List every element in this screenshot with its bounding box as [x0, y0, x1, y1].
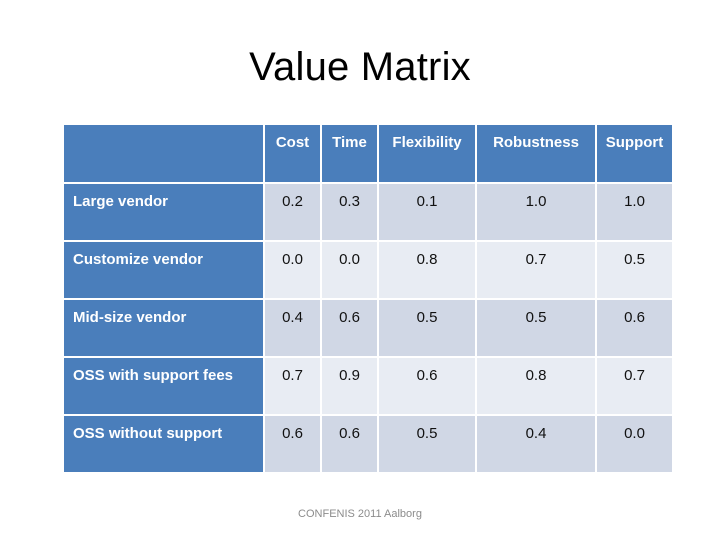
table-header: Cost Time Flexibility Robustness Support	[64, 125, 672, 182]
table-row: OSS without support 0.6 0.6 0.5 0.4 0.0	[64, 416, 672, 472]
cell-oss-without-support-cost: 0.6	[265, 416, 320, 472]
cell-large-vendor-time: 0.3	[322, 184, 377, 240]
page-title: Value Matrix	[249, 45, 471, 89]
row-label-mid-size-vendor: Mid-size vendor	[64, 300, 263, 356]
row-label-oss-with-support-fees: OSS with support fees	[64, 358, 263, 414]
cell-oss-without-support-flexibility: 0.5	[379, 416, 475, 472]
cell-oss-without-support-robustness: 0.4	[477, 416, 595, 472]
cell-oss-with-support-fees-support: 0.7	[597, 358, 672, 414]
cell-oss-with-support-fees-time: 0.9	[322, 358, 377, 414]
cell-oss-with-support-fees-robustness: 0.8	[477, 358, 595, 414]
table-row: Mid-size vendor 0.4 0.6 0.5 0.5 0.6	[64, 300, 672, 356]
cell-oss-without-support-time: 0.6	[322, 416, 377, 472]
table-body: Large vendor 0.2 0.3 0.1 1.0 1.0 Customi…	[64, 184, 672, 472]
column-header-time[interactable]: Time	[322, 125, 377, 182]
cell-customize-vendor-support: 0.5	[597, 242, 672, 298]
cell-mid-size-vendor-support: 0.6	[597, 300, 672, 356]
row-label-large-vendor: Large vendor	[64, 184, 263, 240]
slide-footer: CONFENIS 2011 Aalborg	[298, 508, 422, 520]
row-label-customize-vendor: Customize vendor	[64, 242, 263, 298]
table-row: OSS with support fees 0.7 0.9 0.6 0.8 0.…	[64, 358, 672, 414]
table-header-row: Cost Time Flexibility Robustness Support	[64, 125, 672, 182]
column-header-flexibility[interactable]: Flexibility	[379, 125, 475, 182]
cell-large-vendor-flexibility: 0.1	[379, 184, 475, 240]
table-corner-cell	[64, 125, 263, 182]
table-row: Customize vendor 0.0 0.0 0.8 0.7 0.5	[64, 242, 672, 298]
value-matrix-container: Cost Time Flexibility Robustness Support…	[64, 125, 672, 472]
value-matrix-table: Cost Time Flexibility Robustness Support…	[62, 123, 674, 474]
cell-oss-with-support-fees-cost: 0.7	[265, 358, 320, 414]
column-header-support[interactable]: Support	[597, 125, 672, 182]
cell-large-vendor-cost: 0.2	[265, 184, 320, 240]
table-row: Large vendor 0.2 0.3 0.1 1.0 1.0	[64, 184, 672, 240]
column-header-robustness[interactable]: Robustness	[477, 125, 595, 182]
slide: Value Matrix Cost Time Flexibility Robus…	[0, 0, 720, 540]
cell-mid-size-vendor-flexibility: 0.5	[379, 300, 475, 356]
cell-customize-vendor-cost: 0.0	[265, 242, 320, 298]
cell-customize-vendor-time: 0.0	[322, 242, 377, 298]
cell-customize-vendor-flexibility: 0.8	[379, 242, 475, 298]
cell-oss-with-support-fees-flexibility: 0.6	[379, 358, 475, 414]
cell-oss-without-support-support: 0.0	[597, 416, 672, 472]
cell-mid-size-vendor-cost: 0.4	[265, 300, 320, 356]
cell-large-vendor-robustness: 1.0	[477, 184, 595, 240]
row-label-oss-without-support: OSS without support	[64, 416, 263, 472]
cell-large-vendor-support: 1.0	[597, 184, 672, 240]
cell-mid-size-vendor-robustness: 0.5	[477, 300, 595, 356]
column-header-cost[interactable]: Cost	[265, 125, 320, 182]
cell-customize-vendor-robustness: 0.7	[477, 242, 595, 298]
cell-mid-size-vendor-time: 0.6	[322, 300, 377, 356]
